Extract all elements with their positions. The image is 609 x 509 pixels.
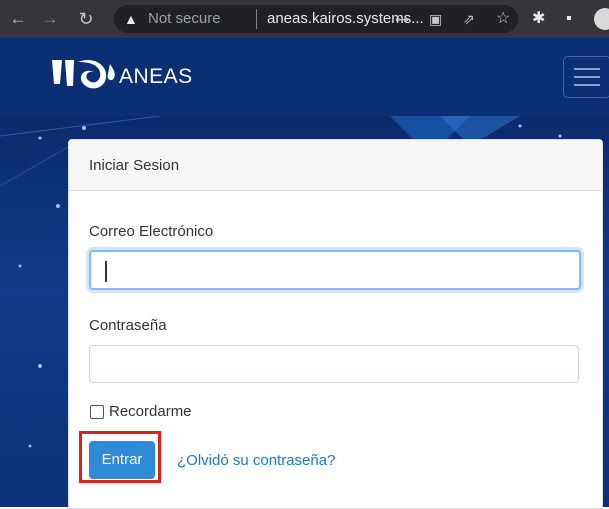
password-field[interactable]	[89, 345, 579, 383]
card-title: Iniciar Sesion	[89, 157, 180, 174]
hamburger-icon	[574, 76, 600, 78]
address-bar[interactable]: ▲ Not secure aneas.kairos.systems...	[114, 5, 518, 33]
remember-checkbox[interactable]	[90, 405, 104, 419]
menu-toggle-button[interactable]	[563, 56, 609, 98]
translate-icon[interactable]: ▣	[429, 10, 442, 28]
email-field[interactable]	[89, 250, 581, 290]
back-icon[interactable]: ←	[6, 7, 30, 31]
brand-name[interactable]: ANEAS	[119, 66, 193, 88]
card-header: Iniciar Sesion	[69, 140, 602, 191]
side-panel-icon[interactable]: ▪	[566, 8, 572, 30]
star-icon[interactable]: ☆	[496, 10, 510, 28]
site-navbar: ANEAS	[0, 38, 609, 116]
hamburger-icon	[574, 84, 600, 86]
text-caret	[105, 261, 107, 282]
password-label: Contraseña	[89, 317, 167, 334]
reload-icon[interactable]: ↻	[74, 7, 98, 31]
warning-triangle-icon: ▲	[124, 11, 138, 27]
login-card: Iniciar Sesion Correo Electrónico Contra…	[68, 139, 603, 509]
security-status[interactable]: Not secure	[148, 10, 221, 28]
puzzle-icon[interactable]: ✱	[532, 8, 545, 30]
hamburger-icon	[574, 68, 600, 70]
share-icon[interactable]: ⇗	[463, 10, 475, 28]
remember-label[interactable]: Recordarme	[109, 403, 192, 421]
email-label: Correo Electrónico	[89, 223, 214, 240]
avatar-icon[interactable]	[594, 8, 609, 30]
browser-toolbar: ← → ↻ ▲ Not secure aneas.kairos.systems.…	[0, 0, 609, 38]
aneas-logo-icon[interactable]	[48, 56, 120, 92]
forward-icon[interactable]: →	[38, 7, 62, 31]
forgot-password-link[interactable]: ¿Olvidó su contraseña?	[177, 452, 335, 470]
divider	[256, 9, 257, 29]
submit-button[interactable]: Entrar	[89, 441, 155, 479]
key-icon[interactable]: ⊶	[395, 10, 409, 28]
